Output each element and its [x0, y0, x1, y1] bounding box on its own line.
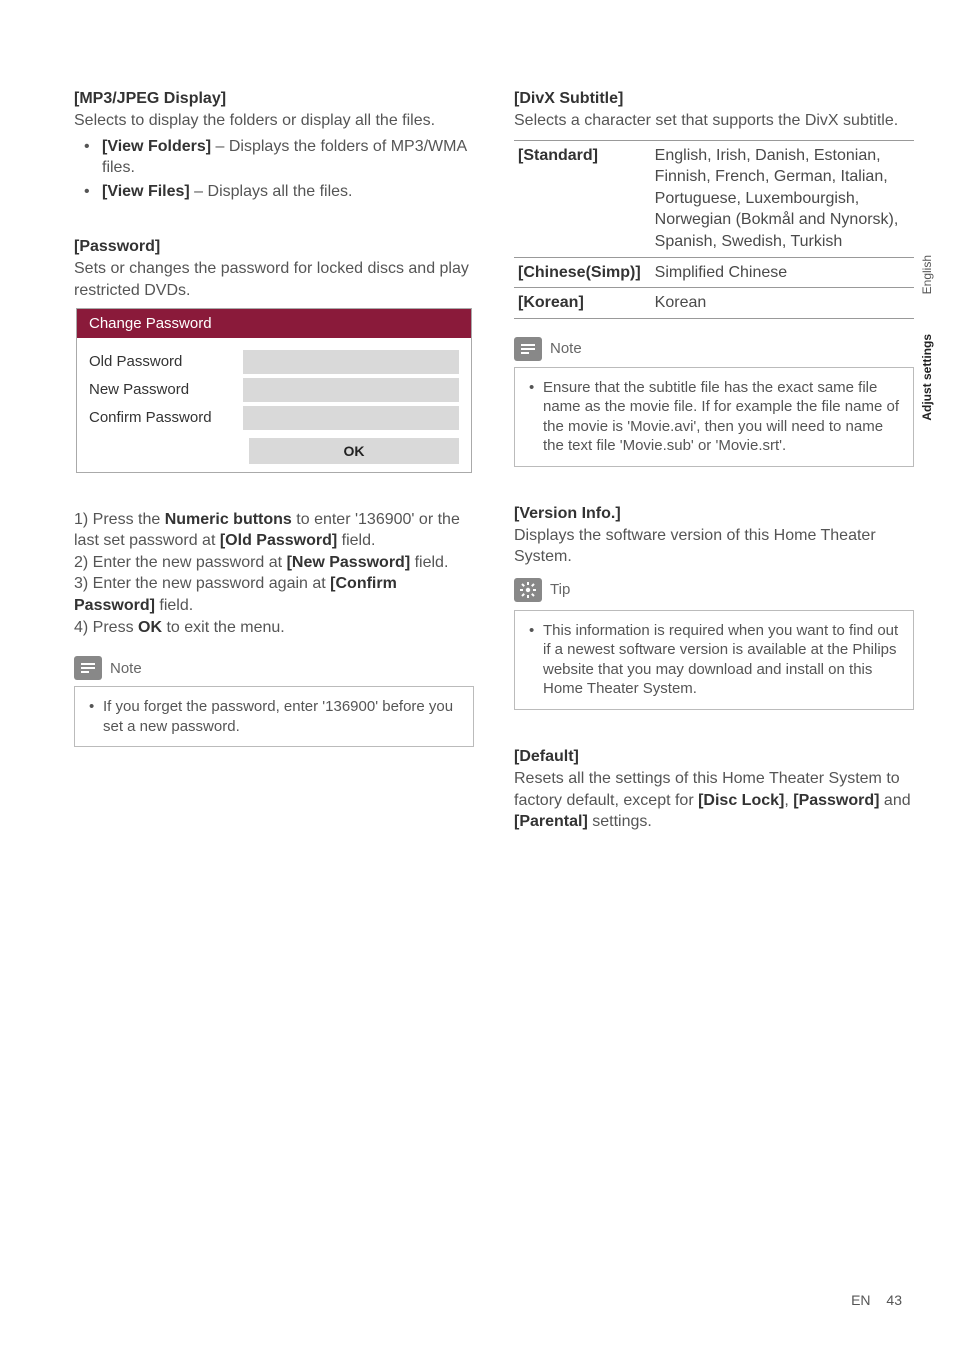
- ok-button[interactable]: OK: [249, 438, 459, 464]
- step-text: field.: [410, 554, 448, 571]
- table-label: [Korean]: [514, 288, 651, 319]
- note-icon: [514, 337, 542, 361]
- option-label: [View Files]: [102, 183, 190, 200]
- table-label: [Standard]: [514, 140, 651, 257]
- right-column: [DivX Subtitle] Selects a character set …: [514, 90, 914, 837]
- mp3-bullets: [View Folders] – Displays the folders of…: [74, 136, 474, 203]
- table-row: [Chinese(Simp)] Simplified Chinese: [514, 257, 914, 288]
- footer-page-number: 43: [886, 1292, 902, 1308]
- step-bold: OK: [138, 619, 162, 636]
- step-text: field.: [337, 532, 375, 549]
- dialog-title: Change Password: [77, 309, 471, 338]
- list-item: [View Folders] – Displays the folders of…: [102, 136, 474, 179]
- step-bold: [New Password]: [287, 554, 411, 571]
- side-tabs: English Adjust settings: [920, 255, 934, 421]
- table-value: Korean: [651, 288, 914, 319]
- old-password-field[interactable]: [243, 350, 459, 374]
- password-heading: [Password]: [74, 238, 474, 256]
- mp3-text: Selects to display the folders or displa…: [74, 110, 474, 132]
- step-bold: [Old Password]: [220, 532, 337, 549]
- step-text: to exit the menu.: [162, 619, 285, 636]
- note-label: Note: [110, 660, 142, 677]
- divx-text: Selects a character set that supports th…: [514, 110, 914, 132]
- divx-table: [Standard] English, Irish, Danish, Eston…: [514, 140, 914, 319]
- bold: [Parental]: [514, 813, 588, 830]
- step-text: 1) Press the: [74, 511, 165, 528]
- step-text: field.: [155, 597, 193, 614]
- password-note: Note If you forget the password, enter '…: [74, 656, 474, 747]
- confirm-password-field[interactable]: [243, 406, 459, 430]
- page-footer: EN 43: [851, 1292, 902, 1308]
- note-label: Note: [550, 340, 582, 357]
- table-row: [Korean] Korean: [514, 288, 914, 319]
- list-item: [View Files] – Displays all the files.: [102, 181, 474, 203]
- option-label: [View Folders]: [102, 138, 211, 155]
- text: settings.: [588, 813, 652, 830]
- step-text: 4) Press: [74, 619, 138, 636]
- footer-lang: EN: [851, 1292, 870, 1308]
- bold: [Disc Lock]: [698, 792, 784, 809]
- tip-text: This information is required when you wa…: [529, 621, 901, 699]
- version-heading: [Version Info.]: [514, 505, 914, 523]
- password-steps: 1) Press the Numeric buttons to enter '1…: [74, 509, 474, 639]
- divx-note: Note Ensure that the subtitle file has t…: [514, 337, 914, 467]
- note-text: If you forget the password, enter '13690…: [89, 697, 461, 736]
- default-text: Resets all the settings of this Home The…: [514, 768, 914, 833]
- table-value: Simplified Chinese: [651, 257, 914, 288]
- option-desc: – Displays all the files.: [190, 183, 353, 200]
- side-tab-language: English: [920, 255, 934, 294]
- divx-heading: [DivX Subtitle]: [514, 90, 914, 108]
- dialog-row-new: New Password: [83, 378, 465, 402]
- new-password-field[interactable]: [243, 378, 459, 402]
- version-tip: Tip This information is required when yo…: [514, 578, 914, 710]
- note-text: Ensure that the subtitle file has the ex…: [529, 378, 901, 456]
- table-label: [Chinese(Simp)]: [514, 257, 651, 288]
- table-row: [Standard] English, Irish, Danish, Eston…: [514, 140, 914, 257]
- table-value: English, Irish, Danish, Estonian, Finnis…: [651, 140, 914, 257]
- mp3-heading: [MP3/JPEG Display]: [74, 90, 474, 108]
- dialog-row-confirm: Confirm Password: [83, 406, 465, 430]
- text: ,: [784, 792, 793, 809]
- default-heading: [Default]: [514, 748, 914, 766]
- text: and: [879, 792, 910, 809]
- password-text: Sets or changes the password for locked …: [74, 258, 474, 301]
- new-password-label: New Password: [83, 381, 243, 398]
- step-bold: Numeric buttons: [165, 511, 292, 528]
- side-tab-section: Adjust settings: [920, 334, 934, 421]
- tip-icon: [514, 578, 542, 602]
- step-text: 2) Enter the new password at: [74, 554, 287, 571]
- left-column: [MP3/JPEG Display] Selects to display th…: [74, 90, 474, 837]
- tip-label: Tip: [550, 581, 570, 598]
- confirm-password-label: Confirm Password: [83, 409, 243, 426]
- old-password-label: Old Password: [83, 353, 243, 370]
- bold: [Password]: [793, 792, 879, 809]
- version-text: Displays the software version of this Ho…: [514, 525, 914, 568]
- dialog-row-old: Old Password: [83, 350, 465, 374]
- step-text: 3) Enter the new password again at: [74, 575, 330, 592]
- note-icon: [74, 656, 102, 680]
- change-password-dialog: Change Password Old Password New Passwor…: [76, 308, 472, 473]
